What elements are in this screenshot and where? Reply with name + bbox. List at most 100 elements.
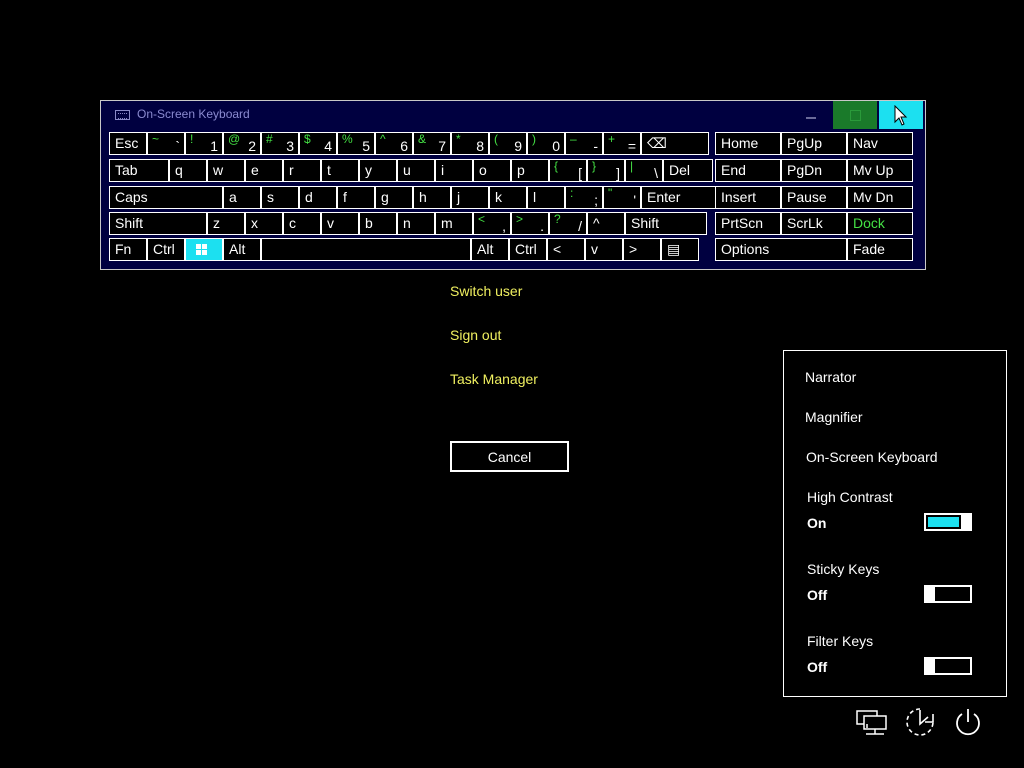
key-symbol[interactable]: ▤: [661, 238, 699, 261]
key-s[interactable]: s: [261, 186, 299, 209]
spacebar-key[interactable]: [261, 238, 471, 261]
key-x[interactable]: x: [245, 212, 283, 235]
key-m[interactable]: m: [435, 212, 473, 235]
key-8[interactable]: * 8: [451, 132, 489, 155]
key-symbol[interactable]: " ': [603, 186, 641, 209]
key-ctrl[interactable]: Ctrl: [509, 238, 547, 261]
on-screen-keyboard-option[interactable]: On-Screen Keyboard: [806, 449, 938, 465]
key-w[interactable]: w: [207, 159, 245, 182]
key-o[interactable]: o: [473, 159, 511, 182]
key-c[interactable]: c: [283, 212, 321, 235]
key-symbol[interactable]: >.: [511, 212, 549, 235]
key-symbol[interactable]: <,: [473, 212, 511, 235]
key-symbol[interactable]: :;: [565, 186, 603, 209]
key-mvdn[interactable]: Mv Dn: [847, 186, 913, 209]
key-5[interactable]: % 5: [337, 132, 375, 155]
minimize-button[interactable]: [789, 101, 833, 129]
key-f[interactable]: f: [337, 186, 375, 209]
key-alt[interactable]: Alt: [471, 238, 509, 261]
key-pause[interactable]: Pause: [781, 186, 847, 209]
key-shift-label: #: [266, 132, 273, 146]
key-t[interactable]: t: [321, 159, 359, 182]
key-symbol[interactable]: | \: [625, 159, 663, 182]
key-symbol[interactable]: ? /: [549, 212, 587, 235]
key-2[interactable]: @2: [223, 132, 261, 155]
key-v[interactable]: v: [585, 238, 623, 261]
ease-of-access-icon[interactable]: [904, 706, 936, 738]
key-u[interactable]: u: [397, 159, 435, 182]
sticky-keys-toggle[interactable]: [924, 585, 972, 603]
key-7[interactable]: & 7: [413, 132, 451, 155]
key-v[interactable]: v: [321, 212, 359, 235]
network-icon[interactable]: [856, 706, 888, 738]
key-del[interactable]: Del: [663, 159, 713, 182]
key-tab[interactable]: Tab: [109, 159, 169, 182]
key-pgdn[interactable]: PgDn: [781, 159, 847, 182]
key-symbol[interactable]: ^: [587, 212, 625, 235]
cancel-button[interactable]: Cancel: [450, 441, 569, 472]
key-r[interactable]: r: [283, 159, 321, 182]
key-shift[interactable]: Shift: [625, 212, 707, 235]
magnifier-option[interactable]: Magnifier: [805, 409, 863, 425]
windows-key[interactable]: [185, 238, 223, 261]
key-shift[interactable]: Shift: [109, 212, 207, 235]
key-l[interactable]: l: [527, 186, 565, 209]
key-esc[interactable]: Esc: [109, 132, 147, 155]
key-i[interactable]: i: [435, 159, 473, 182]
power-icon[interactable]: [952, 706, 984, 738]
key-symbol[interactable]: {[: [549, 159, 587, 182]
key-symbol[interactable]: ⌫: [641, 132, 709, 155]
key-symbol[interactable]: – -: [565, 132, 603, 155]
key-label: ⌫: [647, 135, 667, 151]
key-symbol[interactable]: <: [547, 238, 585, 261]
key-9[interactable]: (9: [489, 132, 527, 155]
key-e[interactable]: e: [245, 159, 283, 182]
key-nav[interactable]: Nav: [847, 132, 913, 155]
key-z[interactable]: z: [207, 212, 245, 235]
osk-titlebar[interactable]: On-Screen Keyboard: [101, 101, 925, 129]
key-caps[interactable]: Caps: [109, 186, 223, 209]
key-fade[interactable]: Fade: [847, 238, 913, 261]
key-label: v: [591, 241, 598, 257]
key-n[interactable]: n: [397, 212, 435, 235]
key-alt[interactable]: Alt: [223, 238, 261, 261]
high-contrast-toggle[interactable]: [924, 513, 972, 531]
key-end[interactable]: End: [715, 159, 781, 182]
key-symbol[interactable]: >: [623, 238, 661, 261]
maximize-button[interactable]: [833, 101, 877, 129]
key-dock[interactable]: Dock: [847, 212, 913, 235]
narrator-option[interactable]: Narrator: [805, 369, 856, 385]
key-label: i: [441, 162, 445, 178]
key-4[interactable]: $4: [299, 132, 337, 155]
key-y[interactable]: y: [359, 159, 397, 182]
key-symbol[interactable]: + =: [603, 132, 641, 155]
key-1[interactable]: ! 1: [185, 132, 223, 155]
key-j[interactable]: j: [451, 186, 489, 209]
key-insert[interactable]: Insert: [715, 186, 781, 209]
key-home[interactable]: Home: [715, 132, 781, 155]
key-options[interactable]: Options: [715, 238, 847, 261]
filter-keys-toggle[interactable]: [924, 657, 972, 675]
switch-user-link[interactable]: Switch user: [450, 283, 522, 299]
key-b[interactable]: b: [359, 212, 397, 235]
key-a[interactable]: a: [223, 186, 261, 209]
key-pgup[interactable]: PgUp: [781, 132, 847, 155]
key-symbol[interactable]: ~ `: [147, 132, 185, 155]
key-mvup[interactable]: Mv Up: [847, 159, 913, 182]
key-0[interactable]: ) 0: [527, 132, 565, 155]
key-h[interactable]: h: [413, 186, 451, 209]
key-fn[interactable]: Fn: [109, 238, 147, 261]
key-6[interactable]: ^ 6: [375, 132, 413, 155]
sign-out-link[interactable]: Sign out: [450, 327, 501, 343]
key-prtscn[interactable]: PrtScn: [715, 212, 781, 235]
key-g[interactable]: g: [375, 186, 413, 209]
key-p[interactable]: p: [511, 159, 549, 182]
key-k[interactable]: k: [489, 186, 527, 209]
key-symbol[interactable]: }]: [587, 159, 625, 182]
key-3[interactable]: #3: [261, 132, 299, 155]
key-ctrl[interactable]: Ctrl: [147, 238, 185, 261]
key-q[interactable]: q: [169, 159, 207, 182]
task-manager-link[interactable]: Task Manager: [450, 371, 538, 387]
key-d[interactable]: d: [299, 186, 337, 209]
key-scrlk[interactable]: ScrLk: [781, 212, 847, 235]
